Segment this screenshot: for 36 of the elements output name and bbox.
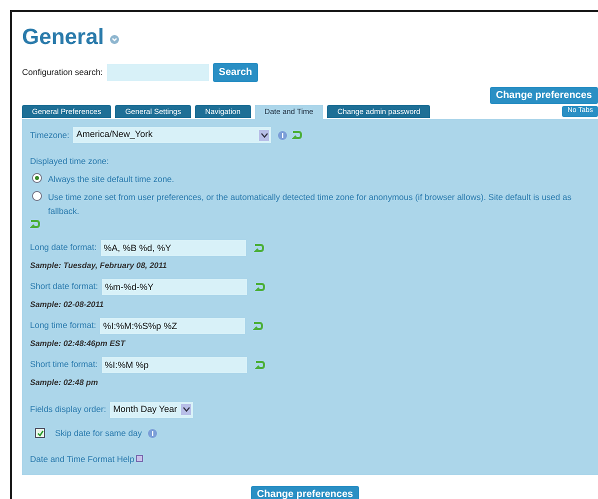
info-icon[interactable]: [148, 428, 157, 438]
help-icon: [136, 455, 144, 462]
help-link[interactable]: Date and Time Format Help: [30, 452, 134, 466]
search-button[interactable]: Search: [212, 63, 258, 82]
field-label: Timezone:: [30, 128, 70, 142]
field-label: Short date format:: [30, 280, 98, 294]
dropdown-icon: [259, 130, 270, 140]
collapse-icon[interactable]: [110, 35, 119, 44]
field-label: Fields display order:: [30, 403, 106, 416]
field-label: Short time format:: [30, 358, 98, 372]
radio-label: Always the site default time zone.: [48, 172, 174, 186]
format-field[interactable]: %I:%M %p: [102, 356, 247, 373]
info-icon[interactable]: [278, 130, 288, 140]
checkbox[interactable]: [35, 428, 45, 438]
change-preferences-button[interactable]: Change preferences: [250, 486, 360, 499]
search-label: Configuration search:: [22, 66, 103, 79]
format-field[interactable]: %A, %B %d, %Y: [100, 240, 246, 256]
section-label: Displayed time zone:: [30, 155, 110, 168]
page-title: General: [22, 23, 104, 51]
sample-text: Sample: 02:48:46pm EST: [30, 338, 127, 350]
sample-text: Sample: Tuesday, February 08, 2011: [30, 260, 168, 272]
radio-label: Use time zone set from user preferences, or the automatically detected time zone for anonymous (if browser allows). Site default is used as fallback.: [48, 190, 572, 218]
order-select[interactable]: Month Day Year: [110, 402, 194, 418]
sample-text: Sample: 02:48 pm: [30, 376, 100, 389]
change-preferences-button[interactable]: Change preferences: [490, 87, 598, 104]
checkbox-label: Skip date for same day: [55, 426, 142, 440]
format-field[interactable]: %m-%d-%Y: [102, 278, 248, 295]
field-label: Long time format:: [30, 319, 96, 332]
dropdown-icon: [181, 404, 192, 416]
sample-text: Sample: 02-08-2011: [30, 298, 105, 311]
radio-button[interactable]: [32, 172, 42, 183]
field-label: Long date format:: [30, 241, 97, 254]
search-field[interactable]: [106, 64, 209, 81]
format-field[interactable]: %I:%M:%S%p %Z: [100, 318, 246, 334]
radio-button[interactable]: [32, 190, 42, 201]
timezone-select[interactable]: America/New_York: [73, 127, 272, 143]
